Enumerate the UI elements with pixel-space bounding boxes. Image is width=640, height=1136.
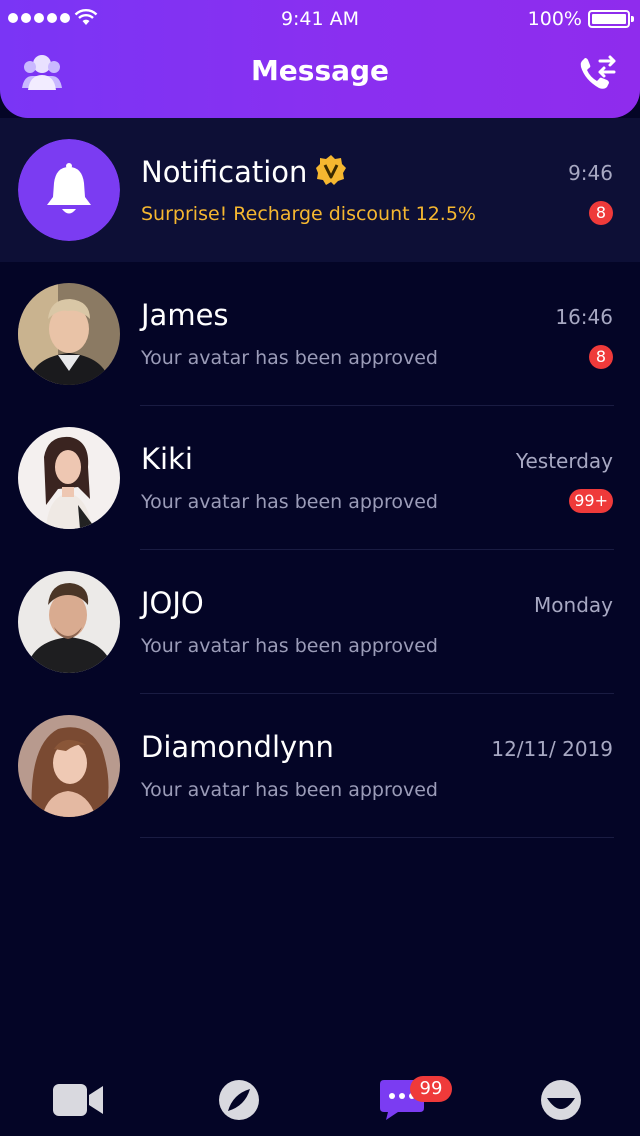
conversation-preview: Your avatar has been approved [141,347,438,369]
conversation-name: Diamondlynn [141,730,334,764]
verified-badge-icon [316,155,347,185]
conversation-preview: Surprise! Recharge discount 12.5% [141,203,476,225]
battery-percentage: 100% [527,8,582,30]
conversation-time: Yesterday [515,449,613,473]
video-camera-icon[interactable] [50,1078,106,1122]
conversation-preview: Your avatar has been approved [141,491,438,513]
page-title: Message [250,54,390,87]
bell-icon [18,139,120,241]
profile-icon[interactable] [533,1078,589,1122]
row-divider [140,837,614,838]
bottom-tab-bar [0,1060,640,1136]
conversation-name: JOJO [141,586,204,620]
user-photo [18,283,120,385]
conversation-time: 9:46 [568,161,613,185]
conversation-james[interactable]: James Your avatar has been approved 16:4… [0,262,640,406]
conversation-time: Monday [534,593,613,617]
conversation-name: James [141,298,229,332]
battery-icon [588,10,634,28]
call-switch-icon[interactable] [576,52,618,94]
conversation-notification[interactable]: Notification Surprise! Recharge discount… [0,118,640,262]
user-photo [18,571,120,673]
unread-badge: 99+ [569,489,613,513]
name-text: Notification [141,155,308,189]
conversation-jojo[interactable]: JOJO Your avatar has been approved Monda… [0,550,640,694]
conversation-time: 16:46 [555,305,613,329]
conversation-preview: Your avatar has been approved [141,635,438,657]
app-header: 9:41 AM 100% Message [0,0,640,118]
compass-icon[interactable] [211,1078,267,1122]
conversation-name: Kiki [141,442,193,476]
conversation-kiki[interactable]: Kiki Your avatar has been approved Yeste… [0,406,640,550]
conversation-name: Notification [141,154,347,189]
user-photo [18,715,120,817]
unread-badge: 8 [589,345,613,369]
conversation-list: Notification Surprise! Recharge discount… [0,118,640,838]
user-photo [18,427,120,529]
conversation-diamondlynn[interactable]: Diamondlynn Your avatar has been approve… [0,694,640,838]
conversation-time: 12/11/ 2019 [491,737,613,761]
chat-tab-badge: 99 [410,1076,452,1102]
unread-badge: 8 [589,201,613,225]
conversation-preview: Your avatar has been approved [141,779,438,801]
status-bar: 9:41 AM 100% [0,0,640,40]
